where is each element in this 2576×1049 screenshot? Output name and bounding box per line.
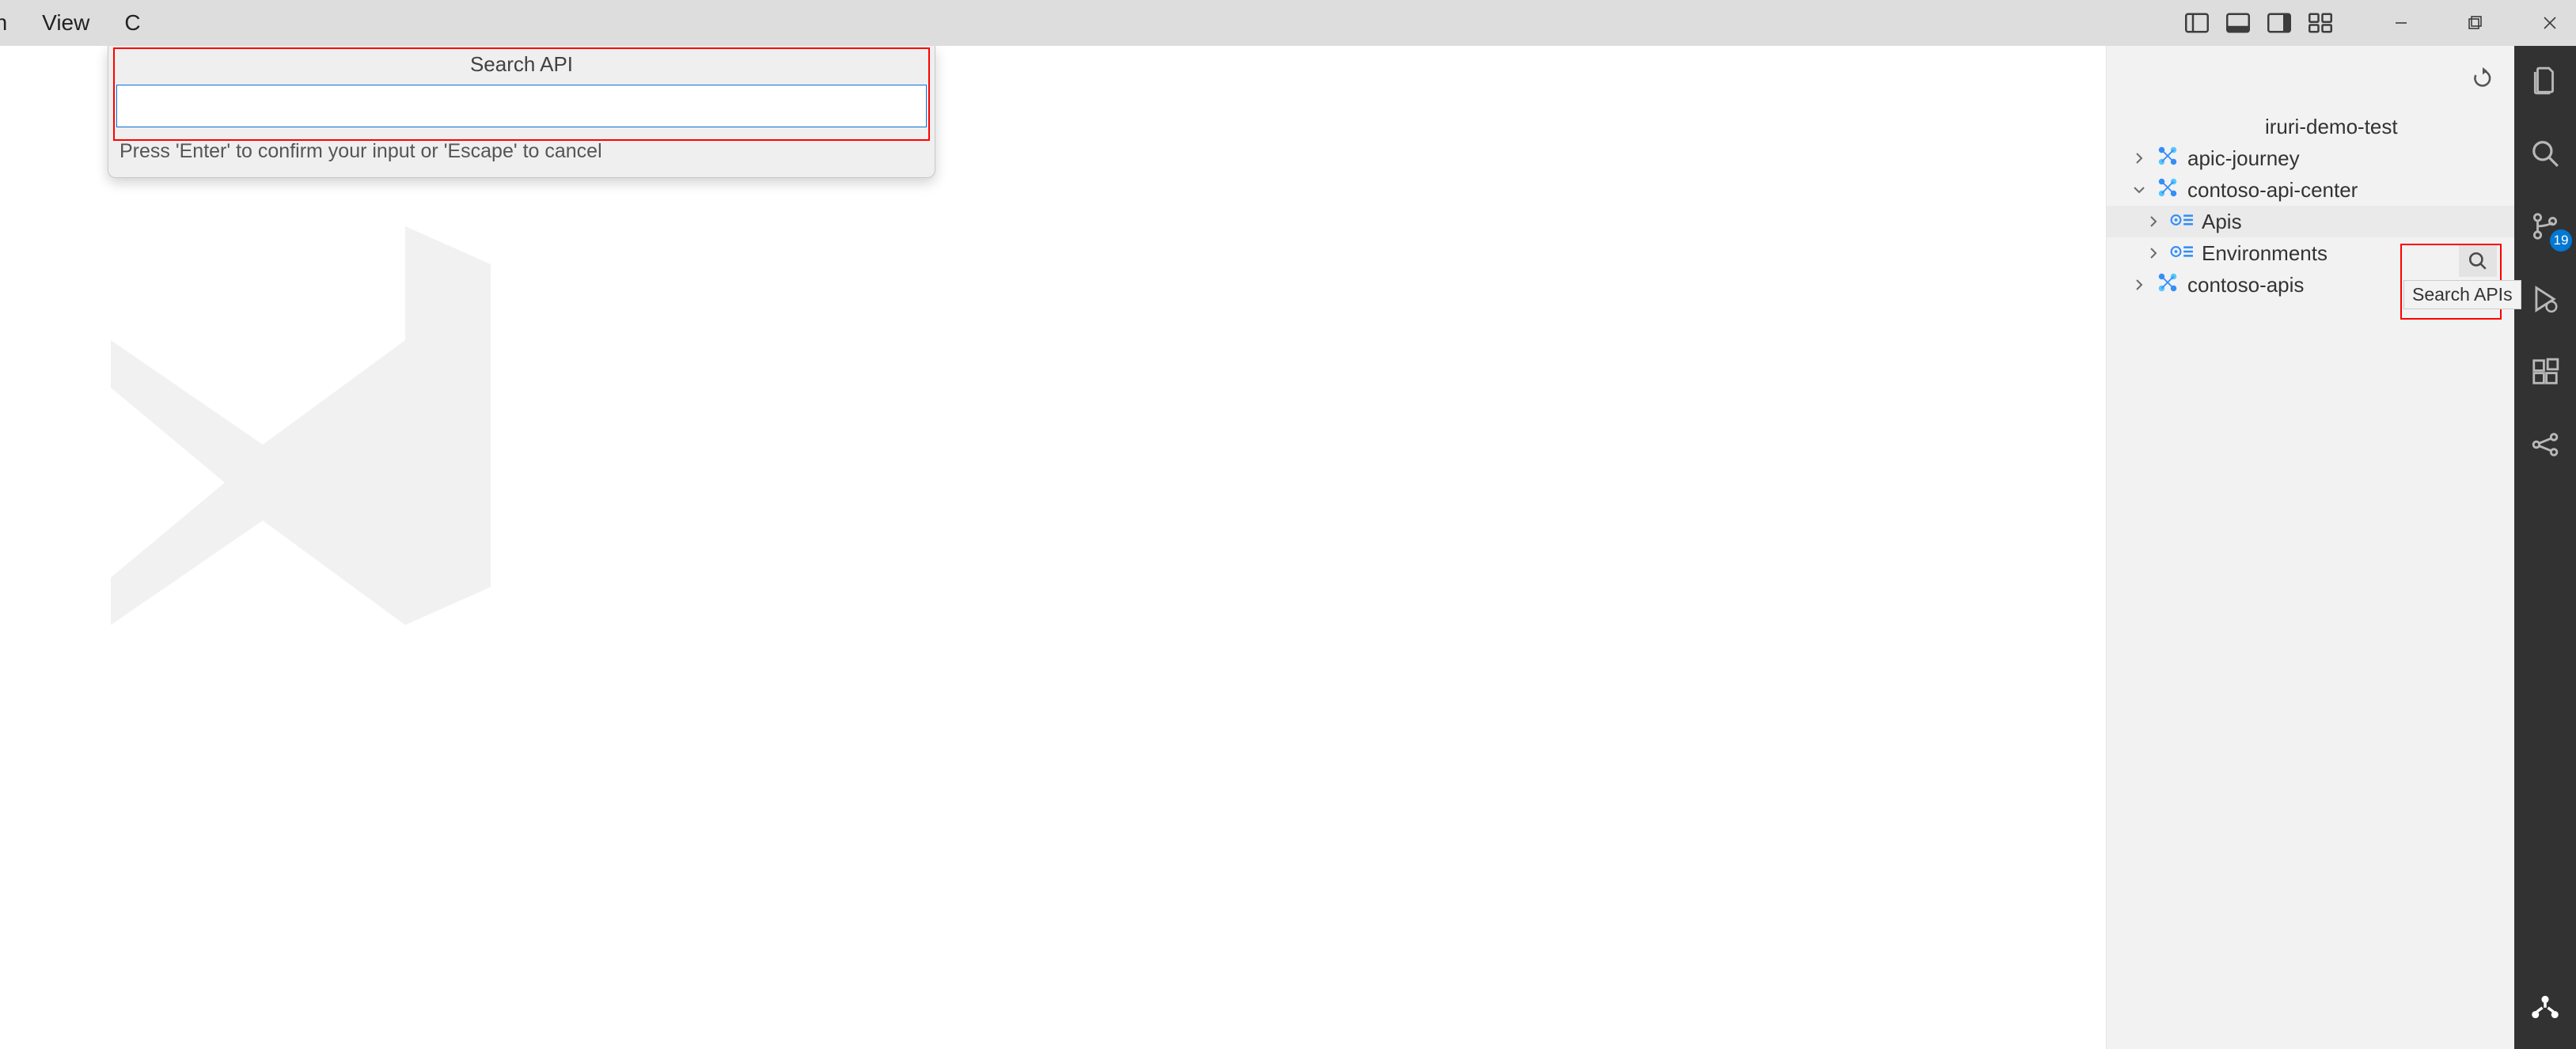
chevron-right-icon[interactable] [2145,215,2162,228]
refresh-button[interactable] [2472,67,2494,89]
activity-run-debug-icon[interactable] [2525,278,2566,320]
window-controls [2383,5,2568,41]
tooltip-search-apis: Search APIs [2403,280,2521,309]
tree-item-label: iruri-demo-test [2265,115,2514,139]
activity-search-icon[interactable] [2525,133,2566,174]
editor-area: Search API Press 'Enter' to confirm your… [0,46,2106,1049]
tree-row-partial-top[interactable]: iruri-demo-test [2107,111,2514,142]
tree-row-contoso-api-center[interactable]: contoso-api-center [2107,174,2514,206]
apic-node-icon [2156,176,2180,205]
apic-node-icon [2156,144,2180,173]
close-button[interactable] [2532,5,2568,41]
activity-source-control-icon[interactable]: 19 [2525,206,2566,247]
activity-explorer-icon[interactable] [2525,60,2566,101]
layout-controls [2182,10,2335,36]
minimize-button[interactable] [2383,5,2419,41]
activity-extensions-icon[interactable] [2525,351,2566,392]
toggle-panel-icon[interactable] [2223,10,2253,36]
chevron-down-icon[interactable] [2130,184,2148,196]
annotation-highlight-search: Search APIs [2400,244,2502,320]
menu-item-view[interactable]: View [34,6,97,40]
chevron-right-icon[interactable] [2130,152,2148,165]
customize-layout-icon[interactable] [2305,10,2335,36]
restore-button[interactable] [2457,5,2494,41]
side-panel-header [2107,46,2514,111]
gear-list-icon [2170,241,2194,266]
menu-bar: on View C [0,6,149,40]
title-bar: on View C [0,0,2576,46]
activity-bar: 19 [2514,46,2576,1049]
quick-input-title: Search API [108,46,935,85]
title-bar-right [2182,5,2568,41]
source-control-badge: 19 [2550,229,2572,252]
search-apis-button[interactable] [2459,245,2497,277]
toggle-secondary-sidebar-icon[interactable] [2264,10,2294,36]
activity-api-center-icon[interactable] [2525,424,2566,465]
workbench: Search API Press 'Enter' to confirm your… [0,46,2576,1049]
quick-input-hint: Press 'Enter' to confirm your input or '… [108,137,935,177]
apic-node-icon [2156,271,2180,300]
tree-row-apis[interactable]: Apis [2107,206,2514,237]
quick-input-widget: Search API Press 'Enter' to confirm your… [108,46,935,178]
api-center-tree: iruri-demo-test apic-journey [2107,111,2514,1049]
chevron-right-icon[interactable] [2130,278,2148,291]
menu-item-partial-2[interactable]: C [116,6,148,40]
chevron-right-icon[interactable] [2145,247,2162,259]
quick-input-box[interactable] [116,85,927,127]
tree-item-label: contoso-api-center [2187,178,2514,203]
tree-item-label: Apis [2202,210,2514,234]
tree-row-apic-journey[interactable]: apic-journey [2107,142,2514,174]
activity-api-center-active-icon[interactable] [2525,986,2566,1027]
toggle-primary-sidebar-icon[interactable] [2182,10,2212,36]
tree-item-label: apic-journey [2187,146,2514,171]
menu-item-partial[interactable]: on [0,6,15,40]
side-panel: iruri-demo-test apic-journey [2106,46,2514,1049]
vscode-watermark-icon [40,188,562,663]
gear-list-icon [2170,210,2194,234]
